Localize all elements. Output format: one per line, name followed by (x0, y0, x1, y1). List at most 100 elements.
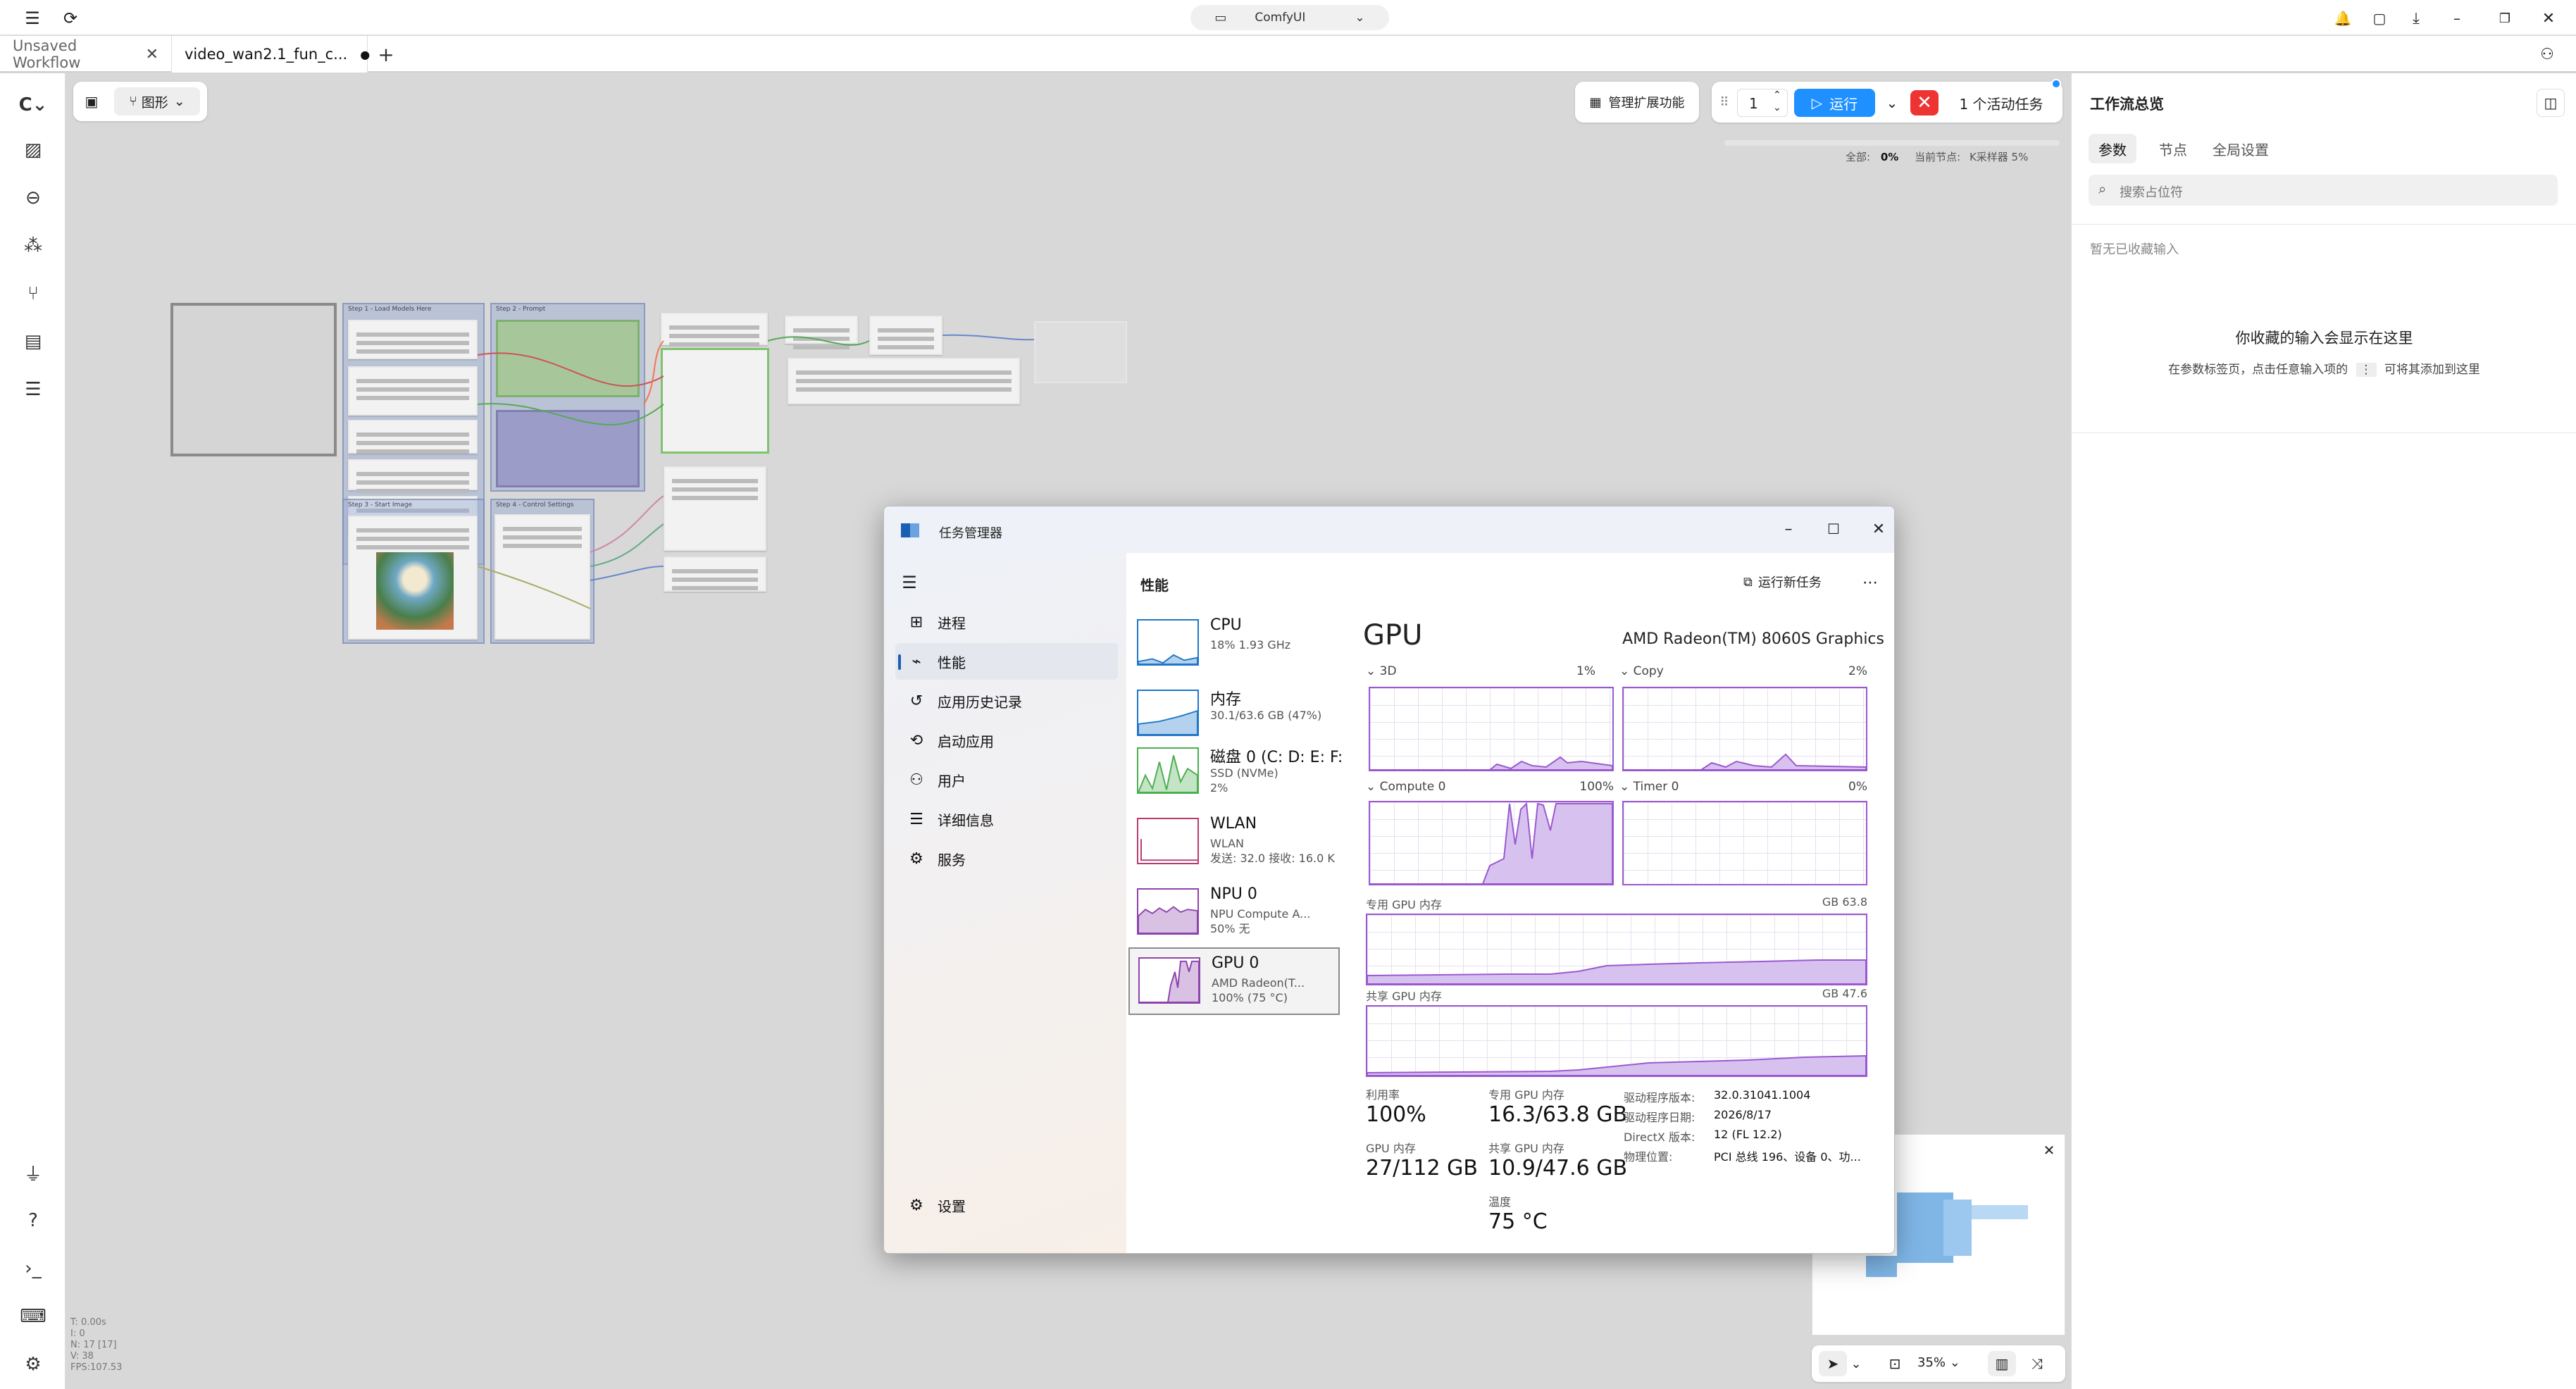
tm-nav-item[interactable]: ⌁ 性能 (895, 643, 1118, 680)
resource-gpu[interactable]: GPU 0 AMD Radeon(T... 100% (75 °C) (1128, 947, 1340, 1015)
tm-nav-item[interactable]: ⚙ 服务 (895, 840, 1118, 877)
models-icon[interactable]: ⁂ (15, 228, 51, 263)
drag-handle-icon[interactable]: ⠿ (1717, 92, 1731, 113)
close-icon[interactable]: ✕ (2536, 7, 2561, 30)
terminal-icon[interactable]: ›_ (15, 1251, 51, 1286)
graph-copy[interactable] (1622, 687, 1867, 771)
gpu-mem-label: GPU 内存 (1366, 1142, 1416, 1155)
tab-label: 全局设置 (2213, 141, 2269, 158)
tm-nav-item[interactable]: ↺ 应用历史记录 (895, 683, 1118, 719)
run-label: 运行 (1829, 95, 1858, 113)
tm-settings[interactable]: ⚙ 设置 (895, 1187, 1118, 1223)
progress-current-label: 当前节点: (1915, 151, 1961, 163)
resource-npu[interactable]: NPU 0 NPU Compute A... 50% 无 (1128, 880, 1340, 947)
tab-nodes[interactable]: 节点 (2149, 134, 2197, 163)
increment-icon[interactable]: ⌃ (1773, 89, 1781, 101)
manage-extensions-button[interactable]: ▦ 管理扩展功能 (1575, 82, 1699, 123)
active-tasks-label: 1 个活动任务 (1959, 95, 2043, 113)
run-button[interactable]: ▷ 运行 (1794, 89, 1875, 117)
tm-nav-item[interactable]: ☰ 详细信息 (895, 801, 1118, 837)
nodes-icon[interactable]: ⊖ (15, 180, 51, 216)
hide-links-icon[interactable]: ⤨ (2023, 1351, 2051, 1376)
minimize-icon[interactable]: – (2444, 7, 2470, 30)
select-tool-icon[interactable]: ➤ (1819, 1351, 1847, 1376)
close-icon[interactable]: ✕ (2039, 1140, 2059, 1160)
more-icon[interactable]: ⋯ (1856, 571, 1884, 594)
close-icon[interactable]: ✕ (146, 46, 158, 63)
menu-icon[interactable]: ☰ (21, 7, 44, 30)
graph-copy-line (1624, 753, 1867, 771)
graph-timer[interactable] (1622, 801, 1867, 885)
comfy-logo-icon[interactable]: C⌄ (15, 87, 51, 123)
graph-label-text: Timer 0 (1633, 780, 1679, 794)
resource-sub2: 100% (75 °C) (1212, 991, 1288, 1004)
user-icon[interactable]: ⚇ (2536, 43, 2558, 66)
resource-wlan[interactable]: WLAN WLAN 发送: 32.0 接收: 16.0 K (1128, 809, 1340, 877)
graph-dedicated-mem[interactable] (1366, 914, 1867, 985)
tm-nav-item[interactable]: ⚇ 用户 (895, 761, 1118, 798)
decrement-icon[interactable]: ⌄ (1773, 102, 1781, 113)
maximize-icon[interactable]: ☐ (1819, 516, 1848, 542)
chevron-down-icon[interactable]: ⌄ (1847, 1351, 1865, 1376)
tab-global-settings[interactable]: 全局设置 (2203, 134, 2279, 163)
empty-hint: 在参数标签页，点击任意输入项的 ⋮ 可将其添加到这里 (2072, 359, 2576, 377)
graph-pct-text: 100% (1579, 780, 1614, 794)
app-selector[interactable]: ▭ ComfyUI ⌄ (1190, 5, 1389, 30)
resource-cpu[interactable]: CPU 18% 1.93 GHz (1128, 611, 1340, 678)
help-icon[interactable]: ? (15, 1203, 51, 1238)
minimize-icon[interactable]: – (1774, 516, 1803, 542)
resource-sub2: 发送: 32.0 接收: 16.0 K (1210, 852, 1335, 865)
chat-icon[interactable]: ▢ (2368, 7, 2391, 30)
keyboard-icon[interactable]: ⌨ (15, 1299, 51, 1334)
fit-view-icon[interactable]: ⊡ (1882, 1351, 1908, 1376)
images-icon[interactable]: ▨ (15, 132, 51, 168)
templates-icon[interactable]: ▤ (15, 324, 51, 359)
graph-label: ⌄ Compute 0 (1366, 780, 1446, 794)
view-mode-button[interactable]: ⑂ 图形 ⌄ (114, 87, 200, 116)
download-icon[interactable]: ⤓ (2405, 7, 2427, 30)
graph-shared-mem[interactable] (1366, 1005, 1867, 1077)
tab-unsaved-workflow[interactable]: Unsaved Workflow ✕ (0, 36, 172, 73)
tab-params[interactable]: 参数 (2089, 134, 2136, 163)
restore-icon[interactable]: ❐ (2492, 7, 2518, 30)
run-new-task-button[interactable]: ⧉ 运行新任务 (1743, 573, 1822, 591)
bell-icon[interactable]: 🔔 (2332, 7, 2354, 30)
resource-sub1: NPU Compute A... (1210, 907, 1311, 921)
hamburger-icon[interactable]: ☰ (895, 568, 923, 597)
task-manager-logo-icon (901, 523, 919, 537)
graph-compute[interactable] (1369, 801, 1614, 885)
resource-sub1: AMD Radeon(T... (1212, 976, 1305, 990)
panel-icon[interactable]: ▣ (80, 90, 103, 113)
tm-nav-item[interactable]: ⊞ 进程 (895, 604, 1118, 640)
graph-shared-line (1367, 1054, 1867, 1076)
graph-3d[interactable] (1369, 687, 1614, 771)
play-icon: ▷ (1811, 94, 1823, 111)
plug-icon[interactable]: ⏚ (15, 1155, 51, 1190)
toggle-panel-icon[interactable]: ◫ (2537, 89, 2565, 117)
view-mode-label: 图形 (141, 94, 168, 111)
run-options-chevron-icon[interactable]: ⌄ (1881, 90, 1903, 116)
ded-mem-label: 专用 GPU 内存 (1488, 1088, 1564, 1102)
graph-label-text: Copy (1633, 664, 1664, 678)
reload-icon[interactable]: ⟳ (59, 7, 82, 30)
tm-nav-item[interactable]: ⟲ 启动应用 (895, 722, 1118, 759)
zoom-level[interactable]: 35% ⌄ (1917, 1355, 1960, 1370)
cancel-run-button[interactable]: ✕ (1910, 90, 1939, 116)
resource-disk[interactable]: 磁盘 0 (C: D: E: F: SSD (NVMe) 2% (1128, 739, 1343, 806)
stat-v: V: 38 (70, 1351, 94, 1362)
minimap-icon[interactable]: ▥ (1988, 1351, 2016, 1376)
queue-icon[interactable]: ☰ (15, 372, 51, 407)
search-input[interactable]: ⌕ 搜索占位符 (2089, 175, 2558, 206)
batch-count-stepper[interactable]: 1 ⌃ ⌄ (1737, 89, 1788, 117)
close-icon[interactable]: ✕ (1865, 516, 1893, 542)
detail-value: 2026/8/17 (1714, 1108, 1772, 1121)
resource-name: CPU (1210, 616, 1242, 634)
minimap-nodes (1943, 1200, 1972, 1256)
add-tab-icon[interactable]: + (373, 42, 399, 67)
tm-title-bar: 任务管理器 – ☐ ✕ (884, 506, 1894, 553)
tab-video-workflow[interactable]: video_wan2.1_fun_c... ● (172, 36, 370, 73)
workflows-icon[interactable]: ⑂ (15, 276, 51, 311)
settings-icon[interactable]: ⚙ (15, 1347, 51, 1382)
active-tasks-button[interactable]: 1 个活动任务 (1948, 89, 2054, 117)
render-stats: T: 0.00s I: 0 N: 17 [17] V: 38 FPS:107.5… (70, 1317, 122, 1374)
